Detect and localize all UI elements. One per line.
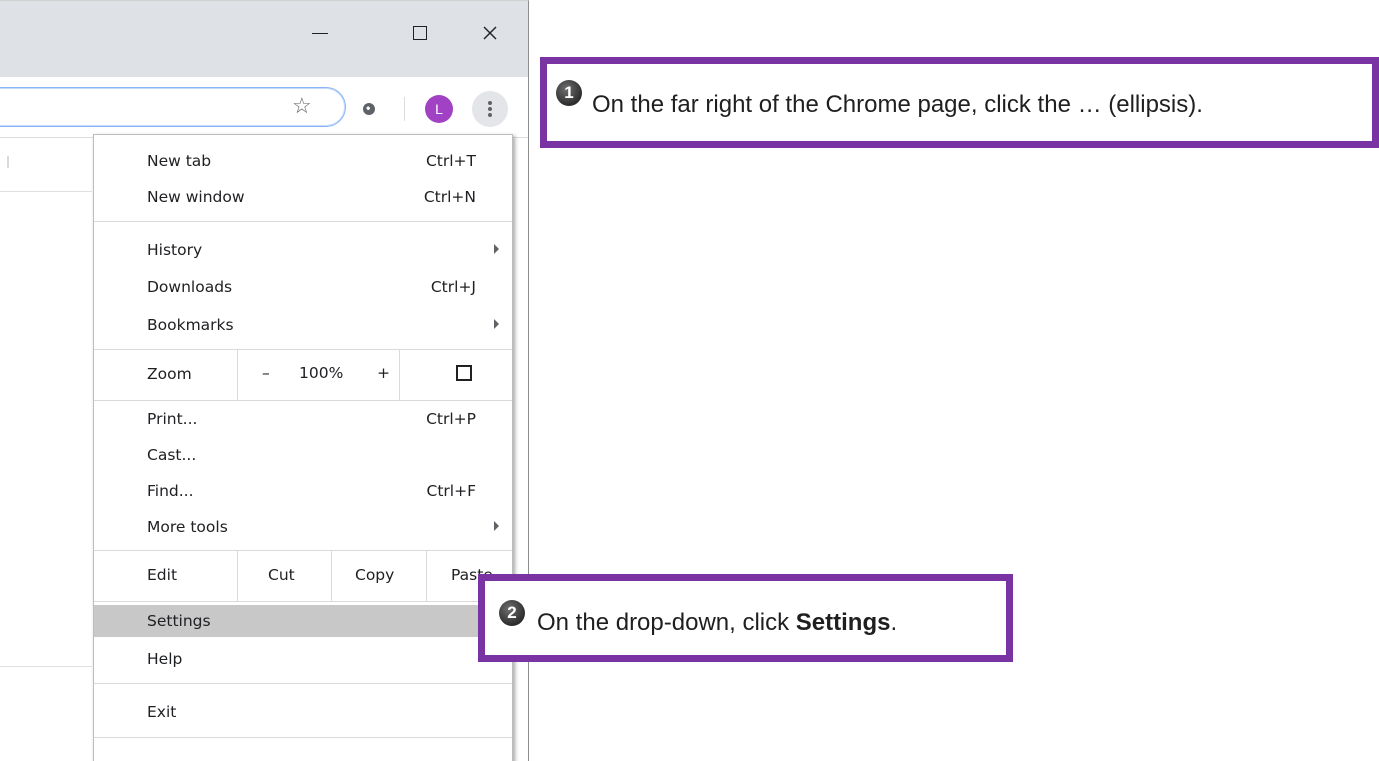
menu-item-label: Zoom xyxy=(147,365,192,383)
menu-divider xyxy=(94,737,512,738)
browser-window: ☆ L New tab Ctrl+T New window Ctrl+N His… xyxy=(0,0,529,761)
fullscreen-button[interactable] xyxy=(399,350,513,400)
menu-item-label: Bookmarks xyxy=(147,316,234,334)
menu-item-label: New window xyxy=(147,188,245,206)
zoom-out-button[interactable]: – xyxy=(262,364,270,382)
instruction-callout-step-2: 2 On the drop-down, click Settings. xyxy=(478,574,1013,662)
fullscreen-icon xyxy=(456,365,472,381)
menu-item-find[interactable]: Find... Ctrl+F xyxy=(94,475,512,507)
close-window-button[interactable] xyxy=(467,13,513,53)
menu-item-label: Cast... xyxy=(147,446,197,464)
cut-label: Cut xyxy=(268,566,295,584)
chrome-main-menu: New tab Ctrl+T New window Ctrl+N History… xyxy=(93,134,513,761)
close-icon xyxy=(483,26,497,40)
menu-row-zoom: Zoom – 100% + xyxy=(94,350,512,400)
instruction-text-lead: On the drop-down, click xyxy=(537,609,796,636)
menu-item-label: Downloads xyxy=(147,278,233,296)
menu-divider xyxy=(94,683,512,684)
menu-item-help[interactable]: Help xyxy=(94,643,512,675)
submenu-arrow-icon xyxy=(494,521,499,531)
menu-item-settings[interactable]: Settings xyxy=(94,605,512,637)
page-divider xyxy=(0,191,92,192)
menu-item-new-tab[interactable]: New tab Ctrl+T xyxy=(94,145,512,177)
zoom-controls: – 100% + xyxy=(237,350,400,400)
menu-item-label: History xyxy=(147,241,203,259)
menu-item-label: Print... xyxy=(147,410,198,428)
menu-item-history[interactable]: History xyxy=(94,234,512,266)
cut-button[interactable]: Cut xyxy=(237,551,332,601)
menu-item-label: Help xyxy=(147,650,183,668)
menu-divider xyxy=(94,601,512,602)
menu-item-cast[interactable]: Cast... xyxy=(94,439,512,471)
submenu-arrow-icon xyxy=(494,244,499,254)
menu-item-label: Exit xyxy=(147,703,177,721)
instruction-callout-step-1: 1 On the far right of the Chrome page, c… xyxy=(540,57,1379,148)
three-dot-menu-icon xyxy=(488,99,492,119)
menu-item-downloads[interactable]: Downloads Ctrl+J xyxy=(94,271,512,303)
minimize-icon xyxy=(312,32,328,34)
step-number-badge: 2 xyxy=(499,600,525,626)
maximize-icon xyxy=(413,26,427,40)
menu-divider xyxy=(94,221,512,222)
menu-item-shortcut: Ctrl+N xyxy=(423,188,476,206)
zoom-in-button[interactable]: + xyxy=(377,364,390,382)
profile-initial: L xyxy=(435,101,443,117)
toolbar-separator xyxy=(404,97,405,121)
step-number-badge: 1 xyxy=(556,80,582,106)
menu-divider xyxy=(94,400,512,401)
menu-item-label: New tab xyxy=(147,152,212,170)
page-divider xyxy=(0,666,92,667)
menu-item-shortcut: Ctrl+T xyxy=(425,152,476,170)
instruction-text-emphasis: Settings xyxy=(795,609,891,636)
menu-row-edit: Edit Cut Copy Paste xyxy=(94,551,512,601)
extension-icon[interactable] xyxy=(363,103,375,115)
minimize-button[interactable] xyxy=(297,13,343,53)
copy-label: Copy xyxy=(355,566,395,584)
menu-item-label: Find... xyxy=(147,482,194,500)
menu-item-shortcut: Ctrl+P xyxy=(426,410,476,428)
maximize-button[interactable] xyxy=(397,13,443,53)
menu-item-new-window[interactable]: New window Ctrl+N xyxy=(94,181,512,213)
page-edge-mark xyxy=(7,156,9,168)
menu-item-label: More tools xyxy=(147,518,228,536)
menu-item-shortcut: Ctrl+J xyxy=(430,278,476,296)
three-dot-menu-button[interactable] xyxy=(472,91,508,127)
profile-avatar[interactable]: L xyxy=(425,95,453,123)
menu-item-bookmarks[interactable]: Bookmarks xyxy=(94,309,512,341)
menu-item-shortcut: Ctrl+F xyxy=(426,482,476,500)
instruction-text: On the drop-down, click Settings. xyxy=(537,609,897,637)
menu-item-more-tools[interactable]: More tools xyxy=(94,511,512,543)
title-bar xyxy=(0,1,528,77)
menu-item-label: Edit xyxy=(147,566,178,584)
zoom-level: 100% xyxy=(299,364,344,382)
menu-item-print[interactable]: Print... Ctrl+P xyxy=(94,403,512,435)
instruction-text: On the far right of the Chrome page, cli… xyxy=(592,91,1203,118)
star-icon[interactable]: ☆ xyxy=(292,95,312,117)
instruction-text-end: . xyxy=(890,609,898,636)
menu-item-exit[interactable]: Exit xyxy=(94,696,512,728)
browser-toolbar: ☆ L xyxy=(0,77,528,138)
menu-item-label: Settings xyxy=(147,612,211,630)
copy-button[interactable]: Copy xyxy=(331,551,427,601)
submenu-arrow-icon xyxy=(494,319,499,329)
